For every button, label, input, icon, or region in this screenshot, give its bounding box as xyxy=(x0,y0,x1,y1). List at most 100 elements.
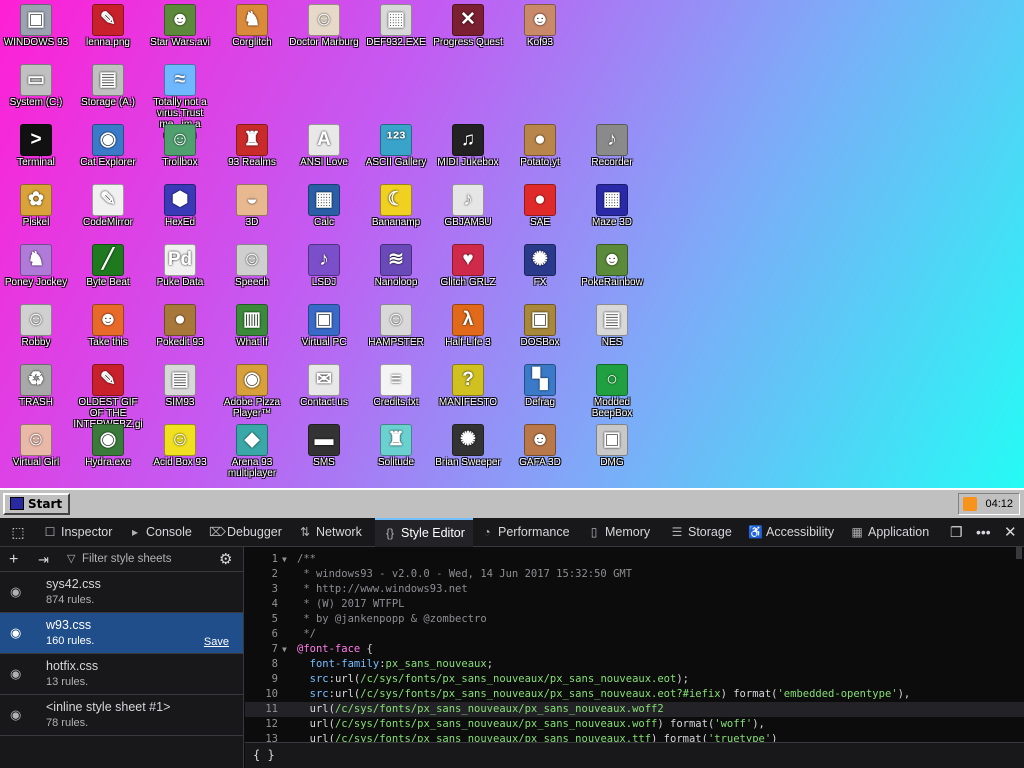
desktop-icon[interactable]: ♪ Recorder xyxy=(576,124,648,168)
desktop-icon[interactable]: ☻ Star Wars.avi xyxy=(144,4,216,48)
tab-network[interactable]: ⇅ Network xyxy=(298,518,362,547)
desktop-icon[interactable]: ♜ Solitude xyxy=(360,424,432,468)
stylesheet-item[interactable]: ◉ sys42.css 874 rules. xyxy=(0,572,243,613)
desktop-icon[interactable]: ✕ Progress Quest xyxy=(432,4,504,48)
desktop-icon[interactable]: ✺ Brian Sweeper xyxy=(432,424,504,468)
desktop: ▣ WINDOWS 93 ✎ lenna.png ☻ Star Wars.avi ♞ Corg… xyxy=(0,0,1024,488)
desktop-icon[interactable]: ▣ WINDOWS 93 xyxy=(0,4,72,48)
desktop-icon-label: DMG xyxy=(600,457,624,468)
desktop-icon[interactable]: ▣ DOSBox xyxy=(504,304,576,348)
desktop-icon[interactable]: ☻ Kof93 xyxy=(504,4,576,48)
desktop-icon[interactable]: ▦ Calc xyxy=(288,184,360,228)
desktop-icon[interactable]: ✎ CodeMirror xyxy=(72,184,144,228)
desktop-icon[interactable]: ♥ Glitch GRLZ xyxy=(432,244,504,288)
rss-icon[interactable] xyxy=(963,497,977,511)
desktop-icon[interactable]: A ANSI Love xyxy=(288,124,360,168)
desktop-icon[interactable]: ✺ FX xyxy=(504,244,576,288)
desktop-icon[interactable]: ☺ Acid Box 93 xyxy=(144,424,216,468)
desktop-icon[interactable]: ♪ GBJAM3U xyxy=(432,184,504,228)
stylesheet-item-selected[interactable]: ◉ w93.css 160 rules. Save xyxy=(0,613,243,654)
desktop-icon[interactable]: ¹²³ ASCII Gallery xyxy=(360,124,432,168)
desktop-icon[interactable]: ▤ SIM93 xyxy=(144,364,216,408)
tab-debugger[interactable]: ⌦Debugger xyxy=(209,518,282,547)
desktop-icon[interactable]: ☺ Speech xyxy=(216,244,288,288)
desktop-icon[interactable]: ▤ NES xyxy=(576,304,648,348)
tab-accessibility[interactable]: ♿ Accessibility xyxy=(748,518,834,547)
desktop-icon[interactable]: ☾ Bananamp xyxy=(360,184,432,228)
save-link[interactable]: Save xyxy=(204,636,229,648)
eye-icon[interactable]: ◉ xyxy=(10,707,21,723)
desktop-icon[interactable]: ☻ PokeRainbow xyxy=(576,244,648,288)
desktop-icon[interactable]: ≡ Credits.txt xyxy=(360,364,432,408)
app-icon: ▬ xyxy=(308,424,340,456)
eye-icon[interactable]: ◉ xyxy=(10,625,21,641)
eye-icon[interactable]: ◉ xyxy=(10,666,21,682)
code-editor[interactable]: 1 ▼/** 2 * windows93 - v2.0.0 - Wed, 14 J… xyxy=(245,547,1024,742)
desktop-icon[interactable]: ☺ Trollbox xyxy=(144,124,216,168)
desktop-icon[interactable]: ● Pokedit 93 xyxy=(144,304,216,348)
import-stylesheet-icon[interactable]: ⇥ xyxy=(38,547,49,572)
desktop-icon[interactable]: ▦ DEF932.EXE xyxy=(360,4,432,48)
desktop-icon[interactable]: ▚ Defrag xyxy=(504,364,576,408)
desktop-icon[interactable]: ☺ Robby xyxy=(0,304,72,348)
desktop-icon[interactable]: ○ Modded BeepBox xyxy=(576,364,648,419)
desktop-icon[interactable]: ● Potato.yt xyxy=(504,124,576,168)
desktop-icon[interactable]: ◆ Arena 93 multiplayer xyxy=(216,424,288,479)
desktop-icon[interactable]: ✿ Piskel xyxy=(0,184,72,228)
desktop-icon[interactable]: ♻ TRASH xyxy=(0,364,72,408)
dock-toggle-icon[interactable]: ❐ xyxy=(950,518,963,547)
desktop-icon-label: Brian Sweeper xyxy=(435,457,501,468)
desktop-icon[interactable]: ◉ Hydra.exe xyxy=(72,424,144,468)
desktop-icon[interactable]: ▤ Storage (A:) xyxy=(72,64,144,108)
desktop-icon[interactable]: ☺ Virtual Girl xyxy=(0,424,72,468)
desktop-icon-label: GBJAM3U xyxy=(444,217,492,228)
desktop-icon[interactable]: ▭ System (C:) xyxy=(0,64,72,108)
desktop-icon[interactable]: ▬ SMS xyxy=(288,424,360,468)
desktop-icon[interactable]: ♞ Poney Jockey xyxy=(0,244,72,288)
desktop-icon[interactable]: ♞ Corglitch xyxy=(216,4,288,48)
tab-storage[interactable]: ☰ Storage xyxy=(670,518,732,547)
desktop-icon[interactable]: ▣ Virtual PC xyxy=(288,304,360,348)
new-stylesheet-icon[interactable]: + xyxy=(9,547,18,572)
desktop-icon-label: Calc xyxy=(313,217,334,228)
desktop-icon[interactable]: ✎ lenna.png xyxy=(72,4,144,48)
desktop-icon[interactable]: > Terminal xyxy=(0,124,72,168)
desktop-icon[interactable]: ▣ DMG xyxy=(576,424,648,468)
stylesheet-item[interactable]: ◉ <inline style sheet #1> 78 rules. xyxy=(0,695,243,736)
more-options-icon[interactable]: ••• xyxy=(976,518,991,547)
close-icon[interactable]: ✕ xyxy=(1004,518,1017,547)
desktop-icon[interactable]: ♜ 93 Realms xyxy=(216,124,288,168)
tab-memory[interactable]: ▯ Memory xyxy=(587,518,650,547)
tab-inspector[interactable]: ☐ Inspector xyxy=(43,518,113,547)
desktop-icon[interactable]: ◉ Adobe Pizza Player™ xyxy=(216,364,288,419)
desktop-icon[interactable]: ♫ MIDI Jukebox xyxy=(432,124,504,168)
desktop-icon[interactable]: ⬢ HexEd xyxy=(144,184,216,228)
desktop-icon[interactable]: ▦ Maze 3D xyxy=(576,184,648,228)
desktop-icon[interactable]: ╱ Byte Beat xyxy=(72,244,144,288)
desktop-icon[interactable]: ▥ What If xyxy=(216,304,288,348)
desktop-icon[interactable]: ◒ 3D xyxy=(216,184,288,228)
element-picker-icon[interactable]: ⬚ xyxy=(8,518,28,547)
desktop-icon[interactable]: ≋ Nanoloop xyxy=(360,244,432,288)
vertical-scrollbar[interactable] xyxy=(1016,547,1022,559)
desktop-icon[interactable]: ? MANIFESTO xyxy=(432,364,504,408)
eye-icon[interactable]: ◉ xyxy=(10,584,21,600)
desktop-icon[interactable]: λ Half-Life 3 xyxy=(432,304,504,348)
desktop-icon[interactable]: ◉ Cat Explorer xyxy=(72,124,144,168)
desktop-icon[interactable]: ♪ LSDJ xyxy=(288,244,360,288)
desktop-icon[interactable]: ☻ GAFA 3D xyxy=(504,424,576,468)
tab-performance[interactable]: ◔ Performance xyxy=(480,518,569,547)
desktop-icon[interactable]: ✉ Contact us xyxy=(288,364,360,408)
tab-application[interactable]: ▦ Application xyxy=(850,518,929,547)
desktop-icon[interactable]: ☻ Take this xyxy=(72,304,144,348)
settings-gear-icon[interactable]: ⚙ xyxy=(219,547,232,572)
start-button[interactable]: Start xyxy=(3,493,70,515)
stylesheet-item[interactable]: ◉ hotfix.css 13 rules. xyxy=(0,654,243,695)
filter-input[interactable]: Filter style sheets xyxy=(82,547,171,572)
desktop-icon[interactable]: ☺ Doctor Marburg xyxy=(288,4,360,48)
tab-console[interactable]: ▸ Console xyxy=(128,518,192,547)
desktop-icon[interactable]: ☺ HAMPSTER xyxy=(360,304,432,348)
desktop-icon[interactable]: Pd Puke Data xyxy=(144,244,216,288)
desktop-icon[interactable]: ● SAE xyxy=(504,184,576,228)
tab-style-editor[interactable]: {} Style Editor xyxy=(375,518,473,547)
